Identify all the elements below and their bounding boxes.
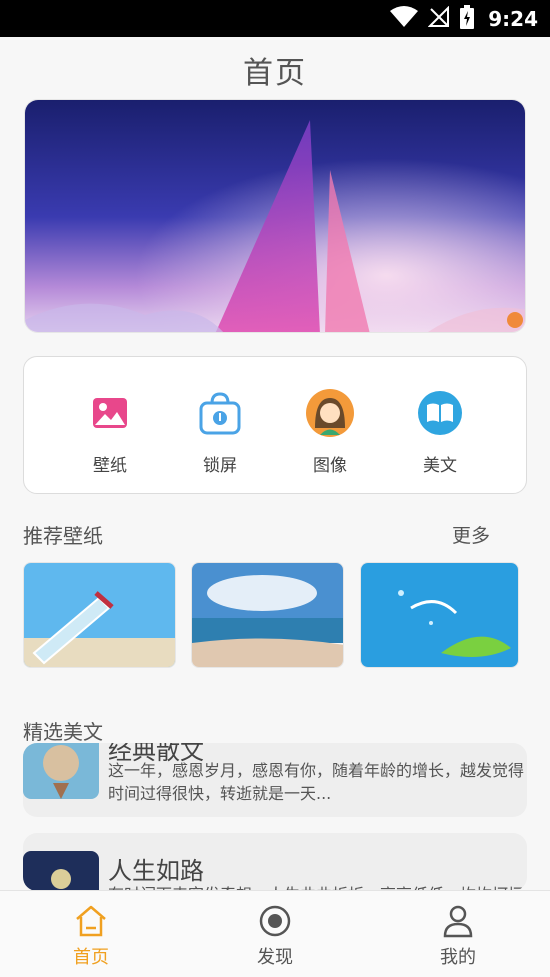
home-icon [41,903,141,939]
quick-action-lockscreen[interactable]: 锁屏 [180,387,260,476]
battery-charging-icon [460,5,475,33]
wallpaper-thumb[interactable] [191,562,344,668]
more-link[interactable]: 更多 [452,521,490,548]
recommend-title: 推荐壁纸 [23,524,103,548]
tab-profile[interactable]: 我的 [408,903,508,969]
article-thumb [23,851,99,891]
article-card[interactable]: 经典散文 这一年，感恩岁月，感恩有你，随着年龄的增长，越发觉得时间过得很快，转逝… [23,743,527,817]
banner-carousel[interactable] [24,99,526,333]
tab-label: 我的 [440,947,476,968]
bottom-tab-bar: 首页 发现 我的 [0,890,550,977]
lock-bag-icon [194,387,246,439]
page-title: 首页 [243,56,307,91]
article-thumb [23,743,99,799]
quick-action-label: 壁纸 [93,456,127,476]
ocean-beach-image [192,563,343,667]
quick-actions-card: 壁纸 锁屏 图像 美文 [23,356,527,494]
discover-icon [225,903,325,939]
quick-action-label: 图像 [313,456,347,476]
picture-icon [84,387,136,439]
avatar-girl-icon [304,387,356,439]
wifi-icon [390,6,419,32]
status-icons: 9:24 [390,5,538,33]
banner-image [25,100,525,332]
quick-action-essay[interactable]: 美文 [400,387,480,476]
article-summary: 这一年，感恩岁月，感恩有你，随着年龄的增长，越发觉得时间过得很快，转逝就是一天.… [108,761,525,803]
quick-action-avatar[interactable]: 图像 [290,387,370,476]
book-icon [414,387,466,439]
status-bar: 9:24 [0,0,550,37]
quick-action-label: 锁屏 [203,456,237,476]
featured-title: 精选美文 [23,720,103,744]
status-time: 9:24 [488,7,538,31]
article-card[interactable]: 人生如路 有时闲下来突发奇想，人生曲曲折折，高高低低，坎坎坷坷 [23,833,527,891]
quick-action-wallpaper[interactable]: 壁纸 [70,387,150,476]
tab-label: 首页 [73,947,109,968]
bottle-on-beach-image [24,563,175,667]
tab-discover[interactable]: 发现 [225,903,325,969]
wallpaper-thumb[interactable] [23,562,176,668]
profile-icon [408,903,508,939]
article-title: 人生如路 [108,857,204,885]
wallpaper-thumb[interactable] [360,562,519,668]
kiwi-splash-image [361,563,518,667]
signal-off-icon [427,5,450,32]
quick-action-label: 美文 [423,456,457,476]
tab-label: 发现 [257,947,293,968]
tab-home[interactable]: 首页 [41,903,141,969]
